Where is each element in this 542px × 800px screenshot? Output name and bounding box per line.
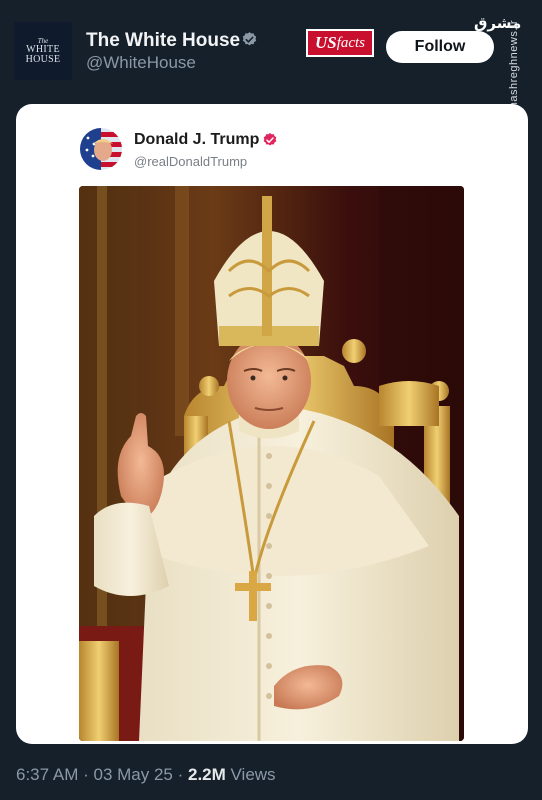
post-date[interactable]: 03 May 25	[93, 765, 172, 784]
embedded-author-handle[interactable]: @realDonaldTrump	[134, 154, 247, 169]
usfacts-logo: US facts	[306, 29, 374, 57]
avatar-logo-text-line1: WHITE	[26, 43, 60, 55]
white-house-avatar[interactable]: The WHITE HOUSE	[14, 22, 72, 80]
pope-portrait-illustration	[79, 186, 464, 741]
pope-portrait-image[interactable]	[79, 186, 464, 741]
trump-avatar-image	[80, 128, 122, 170]
verified-badge-icon	[263, 133, 277, 146]
usfacts-logo-facts: facts	[336, 34, 366, 51]
verified-badge-icon	[242, 32, 257, 46]
views-count[interactable]: 2.2M	[188, 765, 226, 784]
usfacts-logo-us: US	[314, 33, 337, 52]
embedded-author-name[interactable]: Donald J. Trump	[134, 131, 259, 149]
views-label: Views	[225, 765, 276, 784]
avatar-logo-text-line2: HOUSE	[25, 53, 61, 65]
account-handle[interactable]: @WhiteHouse	[86, 53, 196, 73]
watermark-url: mashreghnews.ir	[508, 20, 520, 112]
meta-separator: ·	[172, 765, 188, 784]
follow-button[interactable]: Follow	[386, 31, 494, 63]
trump-avatar[interactable]	[80, 128, 122, 170]
post-time[interactable]: 6:37 AM	[16, 765, 78, 784]
account-display-name[interactable]: The White House	[86, 30, 240, 52]
post-meta: 6:37 AM · 03 May 25 · 2.2M Views	[16, 765, 276, 785]
meta-separator: ·	[78, 765, 94, 784]
